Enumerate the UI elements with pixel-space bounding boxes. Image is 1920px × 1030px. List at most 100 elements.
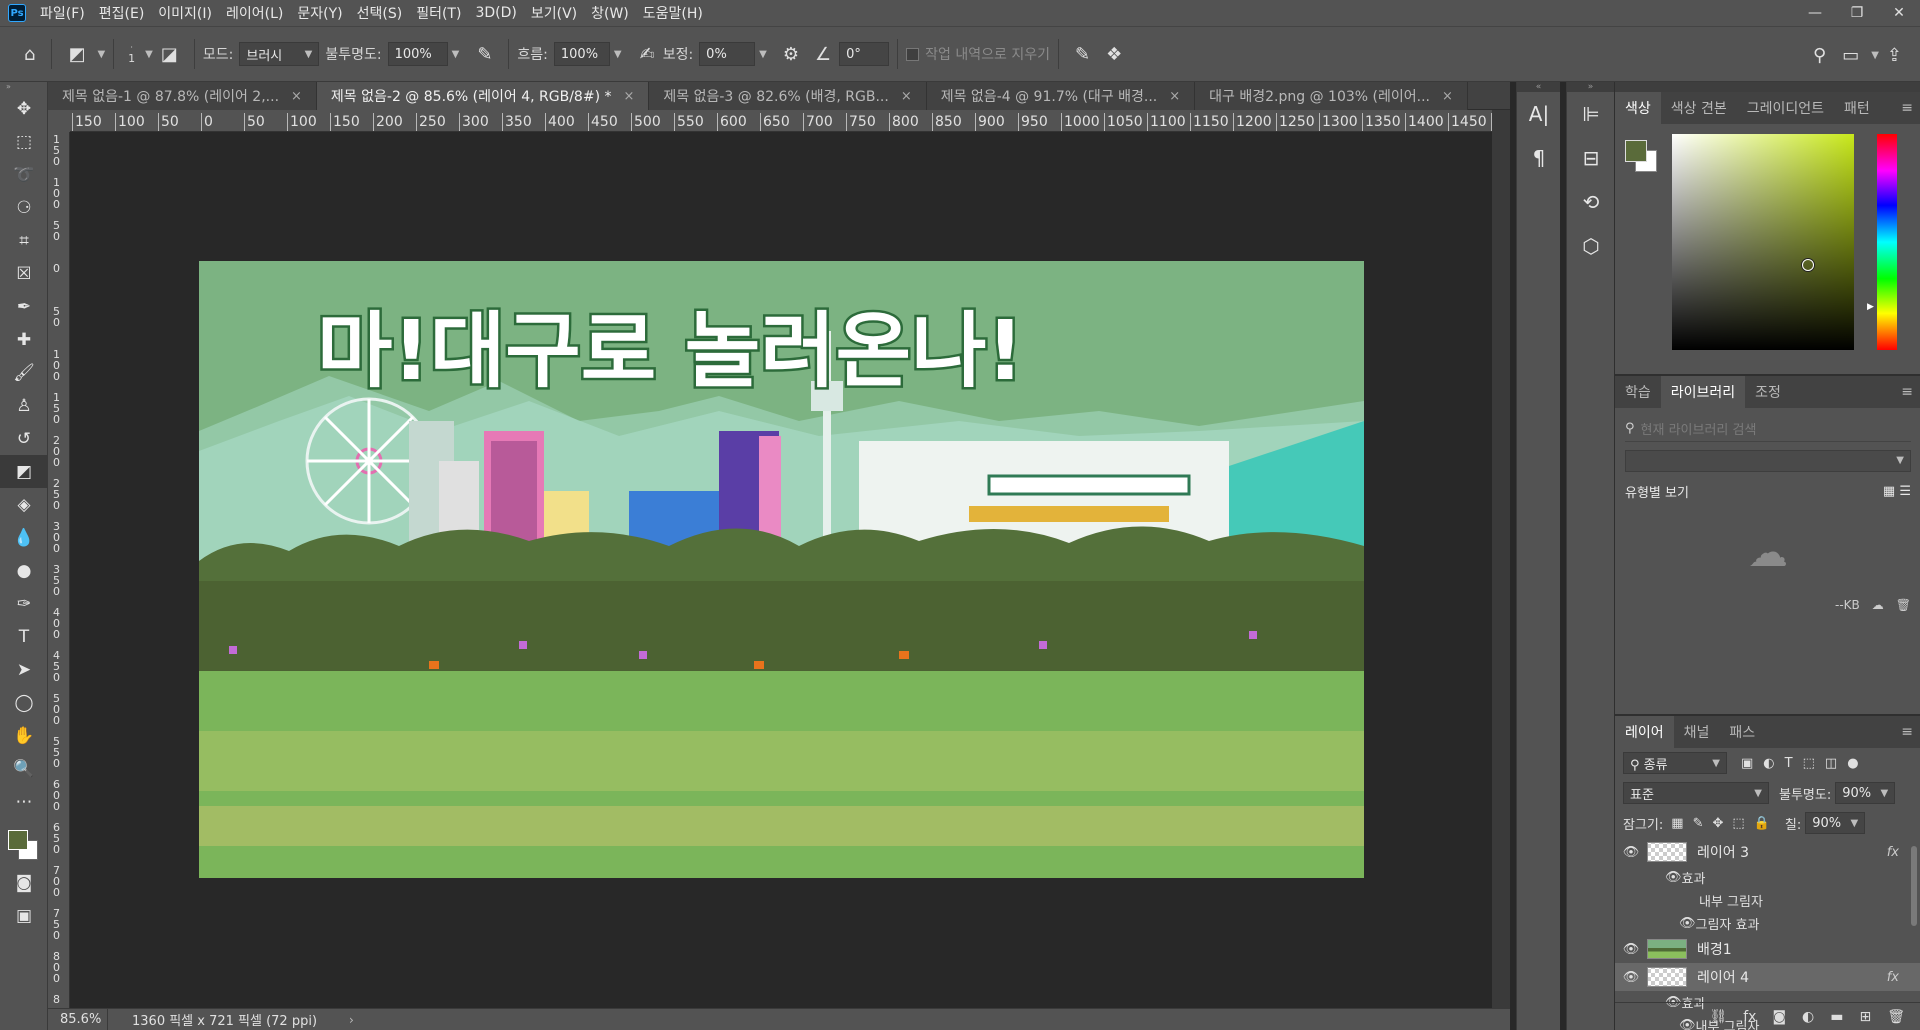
layers-scrollbar[interactable] xyxy=(1911,846,1917,926)
clone-stamp-tool-icon[interactable]: ♙ xyxy=(0,389,48,422)
effect-row[interactable]: 내부 그림자 xyxy=(1615,889,1920,912)
menu-filter[interactable]: 필터(T) xyxy=(416,3,461,23)
close-icon[interactable]: × xyxy=(1442,89,1453,104)
trash-icon[interactable]: 🗑 xyxy=(1896,598,1911,612)
view-by-type-dropdown[interactable]: 유형별 보기 xyxy=(1625,482,1689,501)
link-layers-icon[interactable]: ⛓ xyxy=(1709,1009,1727,1025)
3d-panel-icon[interactable]: ⬡ xyxy=(1567,224,1615,268)
add-style-icon[interactable]: fx xyxy=(1743,1009,1756,1025)
quick-select-tool-icon[interactable]: ⚆ xyxy=(0,191,48,224)
color-picker-cursor[interactable] xyxy=(1802,259,1814,271)
list-view-icon[interactable]: ☰ xyxy=(1899,484,1911,499)
horizontal-ruler[interactable]: 150 100 50 0 50 100 150 200 250 300 350 400 450 500 55… xyxy=(70,110,1492,132)
pressure-size-icon[interactable]: ✎ xyxy=(1075,44,1090,65)
type-filter-icon[interactable]: T xyxy=(1785,756,1803,771)
document-tab[interactable]: 제목 없음-1 @ 87.8% (레이어 2,... × xyxy=(48,82,317,110)
adjustment-layer-icon[interactable]: ◐ xyxy=(1802,1009,1814,1025)
gear-icon[interactable]: ⚙ xyxy=(783,44,799,65)
quick-mask-icon[interactable]: ◙ xyxy=(0,866,48,899)
menu-edit[interactable]: 편집(E) xyxy=(99,3,145,23)
actions-panel-icon[interactable]: ⟲ xyxy=(1567,180,1615,224)
zoom-field[interactable]: 85.6% xyxy=(48,1008,108,1030)
tab-libraries[interactable]: 라이브러리 xyxy=(1660,376,1746,408)
menu-file[interactable]: 파일(F) xyxy=(40,3,85,23)
brush-size-picker[interactable]: · 1 xyxy=(128,43,135,65)
fx-icon[interactable]: fx xyxy=(1887,970,1899,985)
minimize-button[interactable]: — xyxy=(1794,0,1836,26)
restore-button[interactable]: ❐ xyxy=(1836,0,1878,26)
chevron-down-icon[interactable]: ▼ xyxy=(759,49,767,60)
fx-icon[interactable]: fx xyxy=(1887,845,1899,860)
collapse-icon[interactable]: » xyxy=(0,82,47,92)
menu-select[interactable]: 선택(S) xyxy=(357,3,403,23)
tab-channels[interactable]: 채널 xyxy=(1674,716,1720,748)
eye-icon[interactable]: 👁 xyxy=(1615,970,1647,985)
lock-artboard-icon[interactable]: ⬚ xyxy=(1732,816,1753,831)
status-menu-arrow[interactable]: › xyxy=(349,1013,354,1027)
zoom-tool-icon[interactable]: 🔍 xyxy=(0,752,48,785)
new-group-icon[interactable]: ▬ xyxy=(1830,1009,1843,1025)
layer-row[interactable]: 👁 레이어 3 fx xyxy=(1615,838,1920,866)
tab-swatches[interactable]: 색상 견본 xyxy=(1661,92,1737,124)
tab-adjustments[interactable]: 조정 xyxy=(1745,376,1791,408)
trash-icon[interactable]: 🗑 xyxy=(1887,1009,1905,1025)
menu-layer[interactable]: 레이어(L) xyxy=(226,3,283,23)
vertical-ruler[interactable]: 1501005005010015020025030035040045050055… xyxy=(48,132,70,1008)
search-icon[interactable]: ⚲ xyxy=(1813,45,1826,66)
tab-patterns[interactable]: 패턴 xyxy=(1834,92,1880,124)
smart-object-filter-icon[interactable]: ◫ xyxy=(1825,756,1847,771)
eye-icon[interactable]: 👁 xyxy=(1615,942,1647,957)
share-icon[interactable]: ⇪ xyxy=(1887,45,1902,66)
eye-icon[interactable]: 👁 xyxy=(1679,916,1696,931)
tab-paths[interactable]: 패스 xyxy=(1719,716,1765,748)
menu-image[interactable]: 이미지(I) xyxy=(158,3,212,23)
tab-gradients[interactable]: 그레이디언트 xyxy=(1737,92,1834,124)
blur-tool-icon[interactable]: 💧 xyxy=(0,521,48,554)
tab-layers[interactable]: 레이어 xyxy=(1615,716,1674,748)
more-tools-icon[interactable]: ⋯ xyxy=(0,785,48,818)
dodge-tool-icon[interactable]: ● xyxy=(0,554,48,587)
history-brush-tool-icon[interactable]: ↺ xyxy=(0,422,48,455)
crop-tool-icon[interactable]: ⌗ xyxy=(0,224,48,257)
panel-menu-icon[interactable]: ≡ xyxy=(1901,724,1913,740)
paragraph-panel-icon[interactable]: ¶ xyxy=(1517,136,1561,180)
path-selection-tool-icon[interactable]: ➤ xyxy=(0,653,48,686)
move-tool-icon[interactable]: ✥ xyxy=(0,92,48,125)
eyedropper-tool-icon[interactable]: ✒ xyxy=(0,290,48,323)
brush-tool-icon[interactable]: 🖌 xyxy=(0,356,48,389)
chevron-down-icon[interactable]: ▼ xyxy=(614,49,622,60)
frame-tool-icon[interactable]: ☒ xyxy=(0,257,48,290)
pressure-opacity-icon[interactable]: ✎ xyxy=(477,44,492,65)
workspace-icon[interactable]: ▭ xyxy=(1842,45,1859,66)
adjustment-filter-icon[interactable]: ◐ xyxy=(1763,756,1784,771)
close-icon[interactable]: × xyxy=(901,89,912,104)
layer-opacity-input[interactable]: 90% ▼ xyxy=(1835,782,1896,804)
document-tab[interactable]: 제목 없음-3 @ 82.6% (배경, RGB... × xyxy=(649,82,927,110)
document-canvas[interactable]: 마!대구로 놀러온나! xyxy=(199,261,1364,878)
library-select[interactable]: ▼ xyxy=(1625,450,1911,472)
smoothing-input[interactable]: 0% xyxy=(699,42,756,66)
paint-bucket-tool-icon[interactable]: ◈ xyxy=(0,488,48,521)
home-icon[interactable]: ⌂ xyxy=(24,44,35,65)
brush-settings-icon[interactable]: ◪ xyxy=(161,44,178,65)
eraser-tool-icon[interactable]: ◩ xyxy=(0,455,48,488)
fill-input[interactable]: 90% ▼ xyxy=(1805,812,1866,834)
layer-row[interactable]: 👁 배경1 xyxy=(1615,935,1920,963)
image-filter-icon[interactable]: ▣ xyxy=(1741,756,1763,771)
airbrush-icon[interactable]: ✍ xyxy=(640,44,655,65)
document-tab[interactable]: 제목 없음-4 @ 91.7% (대구 배경... × xyxy=(926,82,1196,110)
pen-tool-icon[interactable]: ✑ xyxy=(0,587,48,620)
eye-icon[interactable]: 👁 xyxy=(1665,870,1682,885)
menu-window[interactable]: 창(W) xyxy=(591,3,629,23)
symmetry-icon[interactable]: ❖ xyxy=(1106,44,1122,65)
chevron-down-icon[interactable]: ▼ xyxy=(1871,50,1879,61)
ellipse-tool-icon[interactable]: ◯ xyxy=(0,686,48,719)
panel-menu-icon[interactable]: ≡ xyxy=(1901,384,1913,400)
marquee-tool-icon[interactable]: ⬚ xyxy=(0,125,48,158)
library-search-input[interactable]: ⚲ 현재 라이브러리 검색 xyxy=(1625,416,1911,442)
hue-slider-marker-icon[interactable]: ▶ xyxy=(1867,302,1874,312)
new-layer-icon[interactable]: ⊞ xyxy=(1859,1009,1871,1025)
panel-menu-icon[interactable]: ≡ xyxy=(1901,100,1913,116)
lock-position-icon[interactable]: ✥ xyxy=(1712,816,1732,831)
history-panel-icon[interactable]: ⊫ xyxy=(1567,92,1615,136)
